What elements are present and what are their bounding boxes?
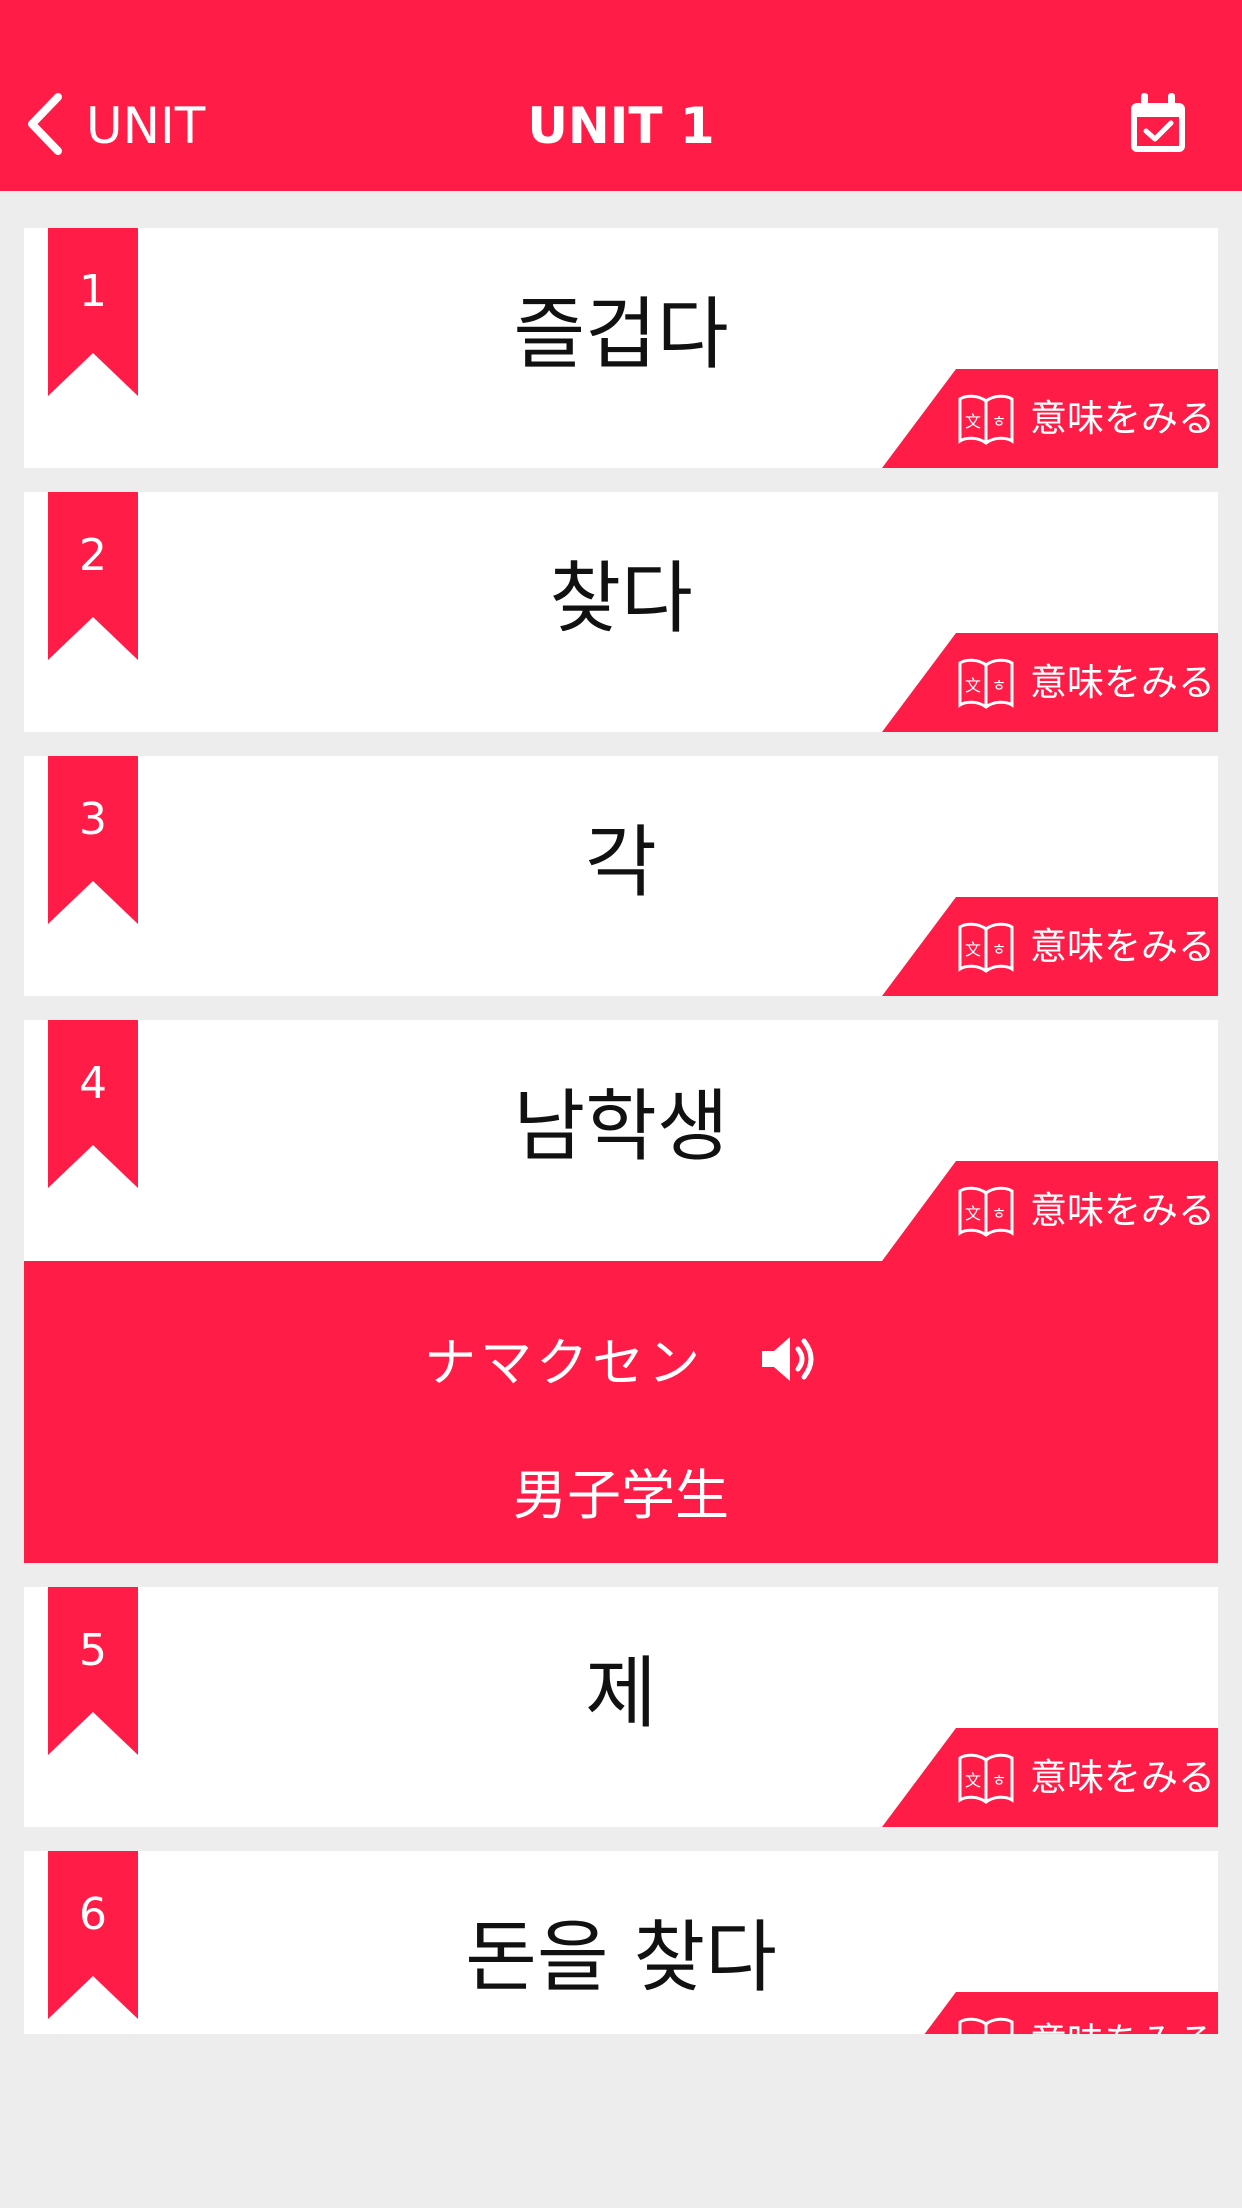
- show-meaning-button[interactable]: 文 ㅎ 意味をみる: [882, 369, 1218, 468]
- show-meaning-label: 意味をみる: [1030, 397, 1215, 440]
- svg-text:文: 文: [965, 412, 981, 431]
- show-meaning-button[interactable]: 文 ㅎ 意味をみる: [882, 1728, 1218, 1827]
- vocab-card[interactable]: 4 남학생 文 ㅎ 意味をみる: [24, 1020, 1218, 1261]
- svg-text:文: 文: [965, 940, 981, 959]
- book-icon: 文 ㅎ: [958, 658, 1014, 709]
- speaker-icon[interactable]: [758, 1329, 818, 1389]
- vocab-card[interactable]: 5 제 文 ㅎ 意味をみる: [24, 1587, 1218, 1827]
- show-meaning-button[interactable]: 文 ㅎ 意味をみる: [882, 1992, 1218, 2034]
- book-icon: 文 ㅎ: [958, 394, 1014, 445]
- pronunciation-text: ナマクセン: [423, 1334, 704, 1394]
- vocab-card[interactable]: 3 각 文 ㅎ 意味をみる: [24, 756, 1218, 996]
- show-meaning-button[interactable]: 文 ㅎ 意味をみる: [882, 633, 1218, 732]
- vocab-card[interactable]: 2 찾다 文 ㅎ 意味をみる: [24, 492, 1218, 732]
- svg-text:文: 文: [965, 1204, 981, 1223]
- vocab-card[interactable]: 6 돈을 찾다 文 ㅎ 意味をみる: [24, 1851, 1218, 2034]
- show-meaning-label: 意味をみる: [1030, 925, 1215, 968]
- show-meaning-label: 意味をみる: [1030, 1189, 1215, 1232]
- show-meaning-label: 意味をみる: [1030, 661, 1215, 704]
- vocab-card[interactable]: 1 즐겁다 文 ㅎ 意味をみる: [24, 228, 1218, 468]
- book-icon: 文 ㅎ: [958, 922, 1014, 973]
- svg-text:ㅎ: ㅎ: [992, 676, 1007, 695]
- translation-text: 男子学生: [513, 1464, 729, 1527]
- svg-text:ㅎ: ㅎ: [992, 940, 1007, 959]
- book-icon: 文 ㅎ: [958, 2017, 1014, 2034]
- svg-text:文: 文: [965, 1771, 981, 1790]
- book-icon: 文 ㅎ: [958, 1753, 1014, 1804]
- svg-text:文: 文: [965, 676, 981, 695]
- show-meaning-label: 意味をみる: [1030, 2014, 1215, 2034]
- svg-text:ㅎ: ㅎ: [992, 1771, 1007, 1790]
- vocab-list[interactable]: 1 즐겁다 文 ㅎ 意味をみる 2 찾다 文 ㅎ 意味をみる 3 각 文 ㅎ 意…: [0, 0, 1242, 2034]
- show-meaning-button[interactable]: 文 ㅎ 意味をみる: [882, 897, 1218, 996]
- show-meaning-label: 意味をみる: [1030, 1756, 1215, 1799]
- svg-text:ㅎ: ㅎ: [992, 412, 1007, 431]
- book-icon: 文 ㅎ: [958, 1186, 1014, 1237]
- meaning-panel: ナマクセン 男子学生: [24, 1261, 1218, 1563]
- show-meaning-button[interactable]: 文 ㅎ 意味をみる: [882, 1161, 1218, 1261]
- svg-text:ㅎ: ㅎ: [992, 1204, 1007, 1223]
